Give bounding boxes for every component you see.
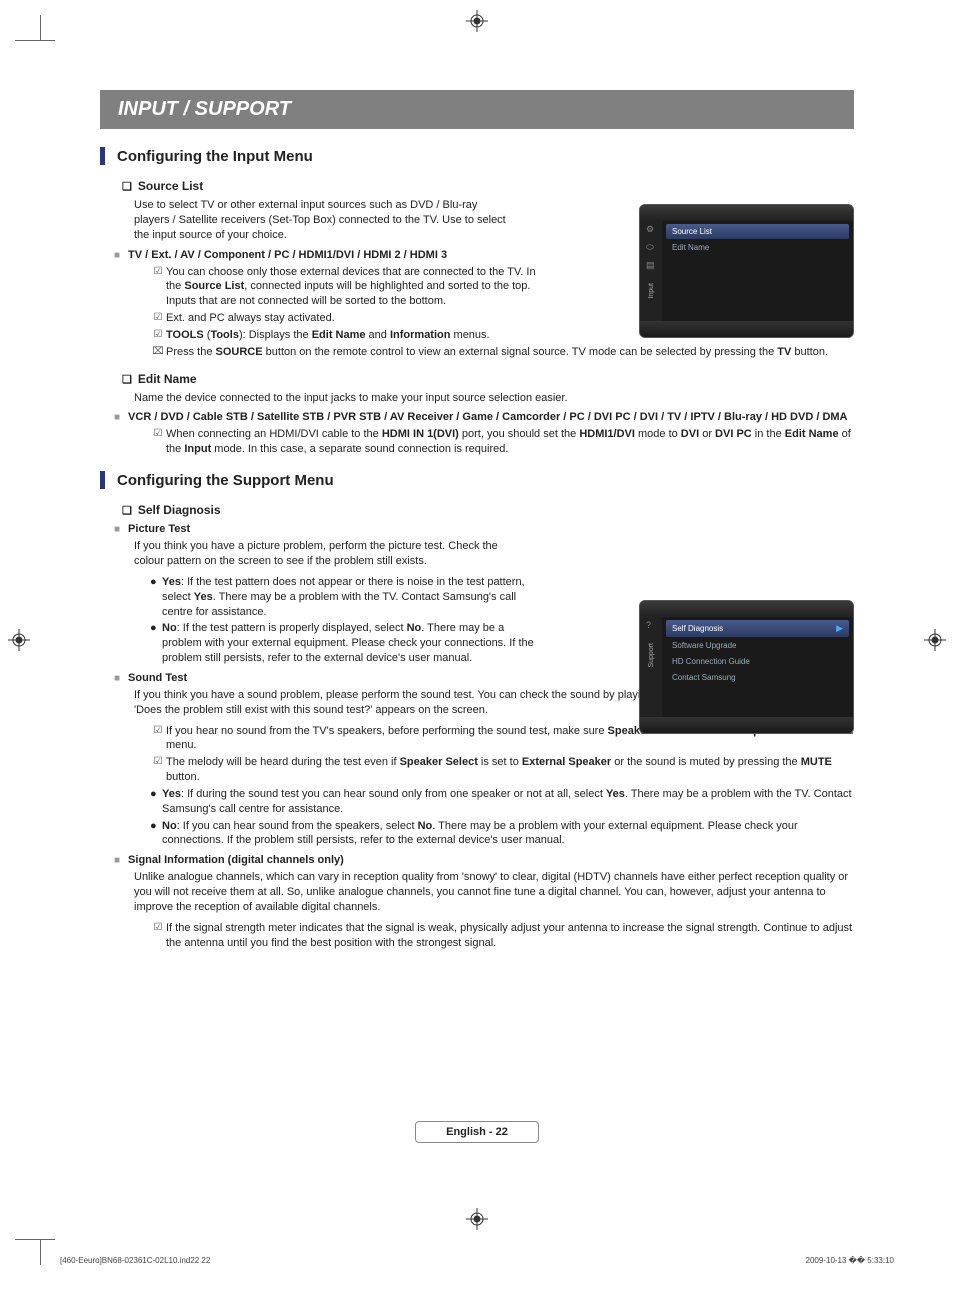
sub-heading-edit-name-devices: ■ VCR / DVD / Cable STB / Satellite STB … bbox=[114, 411, 854, 425]
heading-edit-name: Edit Name bbox=[122, 372, 854, 386]
print-timestamp: 2009-10-13 �� 5:33:10 bbox=[806, 1256, 894, 1265]
square-bullet-icon: ■ bbox=[114, 523, 120, 537]
square-bullet-icon: ■ bbox=[114, 854, 120, 868]
osd-support-menu-thumbnail: ? Support Self Diagnosis▶ Software Upgra… bbox=[639, 600, 854, 734]
heading-source-list: Source List bbox=[122, 179, 854, 193]
gear-icon: ⚙ bbox=[646, 225, 656, 235]
page-content: INPUT / SUPPORT Configuring the Input Me… bbox=[0, 0, 954, 1280]
source-list-desc: Use to select TV or other external input… bbox=[134, 198, 514, 243]
sound-test-no: ●No: If you can hear sound from the spea… bbox=[150, 819, 854, 849]
osd-row-self-diagnosis: Self Diagnosis▶ bbox=[666, 620, 849, 637]
heading-self-diagnosis: Self Diagnosis bbox=[122, 503, 854, 517]
note-icon: ☑ bbox=[150, 427, 166, 457]
sub-heading-picture-test: ■ Picture Test bbox=[114, 523, 854, 537]
osd-row-source-list: Source List bbox=[666, 224, 849, 239]
osd-row-software-upgrade: Software Upgrade bbox=[666, 638, 849, 653]
picture-test-desc: If you think you have a picture problem,… bbox=[134, 539, 514, 569]
square-bullet-icon: ■ bbox=[114, 411, 120, 425]
note-icon: ☑ bbox=[150, 921, 166, 951]
page-number-pill: English - 22 bbox=[415, 1121, 539, 1143]
note-icon: ☑ bbox=[150, 328, 166, 343]
note-icon: ☑ bbox=[150, 755, 166, 785]
osd-side-label: Support bbox=[648, 643, 655, 668]
note-icon: ☑ bbox=[150, 265, 166, 310]
chevron-right-icon: ▶ bbox=[836, 623, 843, 634]
square-bullet-icon: ■ bbox=[114, 672, 120, 686]
osd-row-contact-samsung: Contact Samsung bbox=[666, 670, 849, 685]
print-metadata-line: [460-Eeuro]BN68-02361C-02L10.ind22 22 20… bbox=[60, 1256, 894, 1265]
section-banner: INPUT / SUPPORT bbox=[100, 90, 854, 129]
note-edit-name-1: ☑ When connecting an HDMI/DVI cable to t… bbox=[150, 427, 854, 457]
note-sound-2: ☑The melody will be heard during the tes… bbox=[150, 755, 854, 785]
app-icon: ▤ bbox=[646, 261, 656, 271]
heading-configuring-support: Configuring the Support Menu bbox=[100, 471, 854, 489]
sound-test-yes: ●Yes: If during the sound test you can h… bbox=[150, 787, 854, 817]
note-icon: ☑ bbox=[150, 724, 166, 754]
question-icon: ? bbox=[646, 621, 656, 631]
signal-info-desc: Unlike analogue channels, which can vary… bbox=[134, 870, 854, 915]
print-filename: [460-Eeuro]BN68-02361C-02L10.ind22 22 bbox=[60, 1256, 210, 1265]
osd-side-label: Input bbox=[648, 283, 655, 299]
osd-row-hd-connection: HD Connection Guide bbox=[666, 654, 849, 669]
sub-heading-signal-info: ■ Signal Information (digital channels o… bbox=[114, 854, 854, 868]
osd-row-edit-name: Edit Name bbox=[666, 240, 849, 255]
remote-icon: ⌧ bbox=[150, 345, 166, 360]
note-signal-1: ☑If the signal strength meter indicates … bbox=[150, 921, 854, 951]
note-source-list-4: ⌧ Press the SOURCE button on the remote … bbox=[150, 345, 854, 360]
square-bullet-icon: ■ bbox=[114, 249, 120, 263]
page-footer: English - 22 bbox=[100, 1121, 854, 1143]
note-icon: ☑ bbox=[150, 311, 166, 326]
plug-icon: ⬭ bbox=[646, 243, 656, 253]
heading-configuring-input: Configuring the Input Menu bbox=[100, 147, 854, 165]
edit-name-desc: Name the device connected to the input j… bbox=[134, 391, 854, 406]
osd-input-menu-thumbnail: ⚙ ⬭ ▤ Input Source List Edit Name bbox=[639, 204, 854, 338]
